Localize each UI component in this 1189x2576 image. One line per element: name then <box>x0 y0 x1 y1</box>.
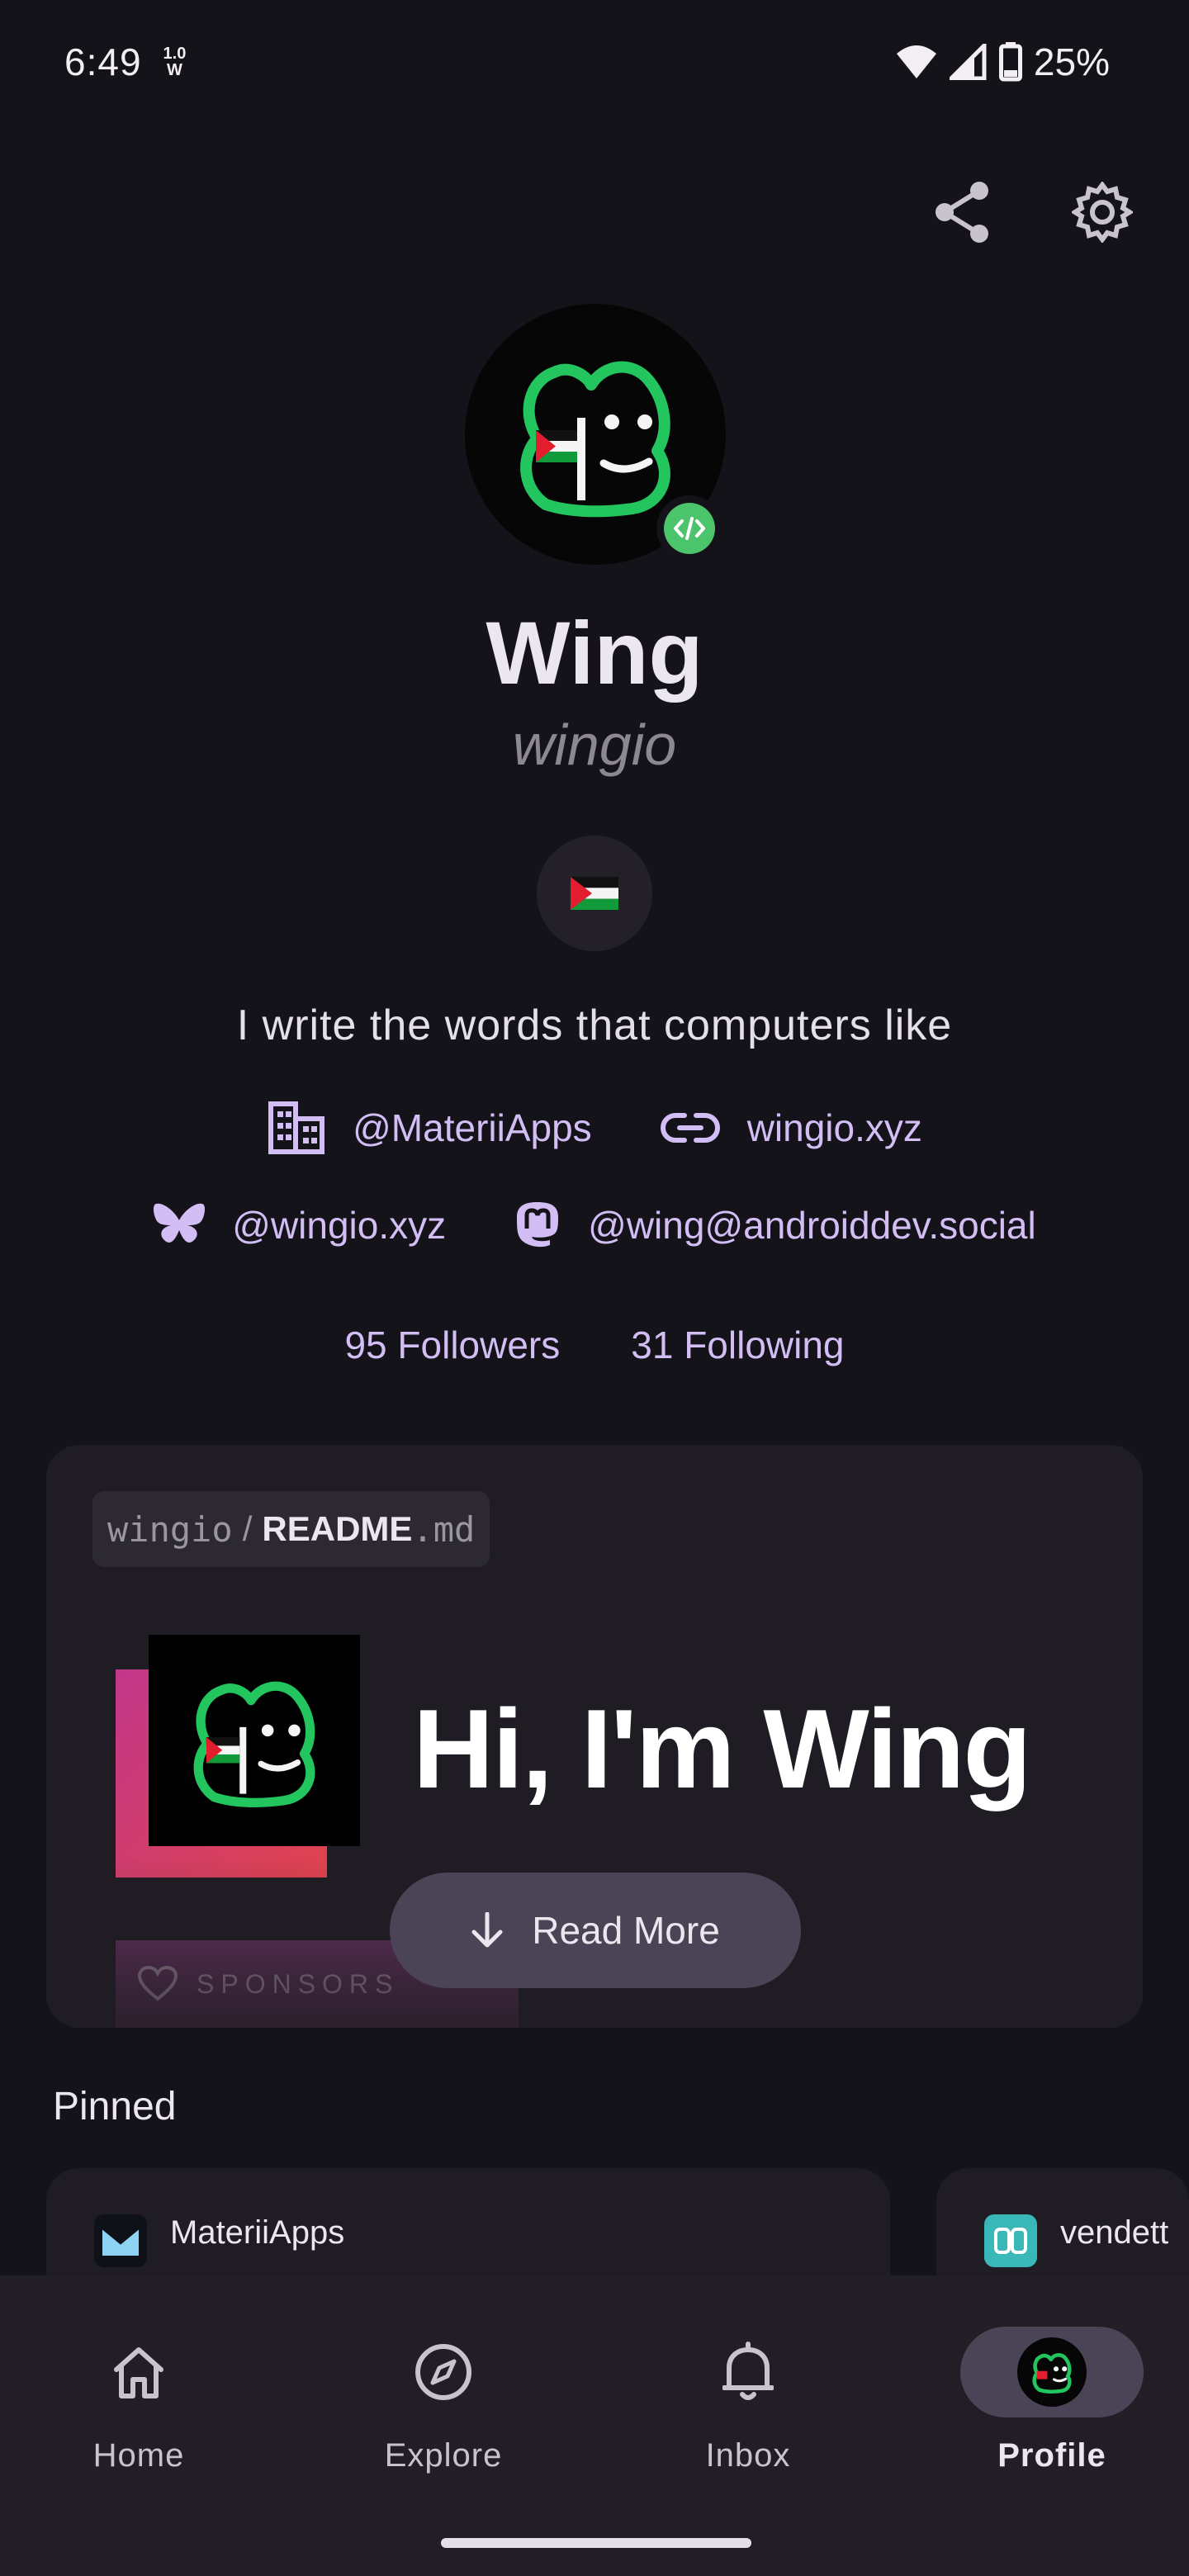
pinned-title: Pinned <box>53 2085 177 2129</box>
developer-badge-inner <box>664 503 715 554</box>
battery-percent: 25% <box>1033 40 1110 83</box>
arrow-down-icon <box>471 1912 503 1948</box>
display-name: Wing <box>486 603 703 703</box>
readme-card[interactable]: wingio / README .md Hi, I'm Wing SPONSOR <box>46 1445 1143 2028</box>
building-icon <box>268 1101 325 1154</box>
profile-bio: I write the words that computers like <box>236 1002 953 1049</box>
readme-file-ext: .md <box>412 1508 476 1550</box>
signal-icon <box>949 44 987 80</box>
profile-avatar[interactable] <box>465 304 726 565</box>
butterfly-icon <box>154 1203 206 1243</box>
bluesky-link[interactable]: @wingio.xyz <box>153 1200 446 1250</box>
envelope-m-icon <box>101 2226 140 2256</box>
mastodon-label: @wing@androiddev.social <box>588 1204 1036 1247</box>
network-speed-unit: W <box>166 61 182 79</box>
profile-links-row-2: @wingio.xyz @wing@androiddev.social <box>0 1200 1189 1250</box>
network-speed: 1.0 W <box>163 45 187 78</box>
share-icon <box>936 182 988 243</box>
nav-label: Explore <box>384 2437 503 2474</box>
nav-avatar <box>1017 2337 1087 2407</box>
pinned-repo-name: vendett <box>1060 2214 1169 2251</box>
wifi-icon <box>896 45 936 78</box>
nav-item-inbox[interactable]: Inbox <box>657 2327 839 2474</box>
battery-icon <box>998 42 1022 82</box>
nav-icon-wrap <box>960 2327 1144 2417</box>
vendetta-icon <box>994 2228 1027 2254</box>
readme-path: wingio / README .md <box>92 1491 490 1567</box>
follow-stats: 95 Followers 31 Following <box>0 1323 1189 1367</box>
bell-icon <box>722 2342 774 2400</box>
readme-file-name: README <box>262 1509 413 1548</box>
website-label: wingio.xyz <box>746 1106 922 1149</box>
nav-item-explore[interactable]: Explore <box>353 2327 534 2474</box>
readme-banner-art <box>116 1635 363 1882</box>
nav-icon-wrap <box>657 2327 839 2417</box>
sponsors-label: SPONSORS <box>197 1968 400 1999</box>
username: wingio <box>512 713 677 777</box>
mastodon-link[interactable]: @wing@androiddev.social <box>514 1200 1036 1250</box>
home-indicator[interactable] <box>441 2538 751 2548</box>
home-icon <box>114 2347 163 2398</box>
nav-label: Home <box>92 2437 185 2474</box>
code-icon <box>674 517 705 540</box>
status-bar: 6:49 1.0 W 25% <box>0 0 1189 124</box>
profile-top-actions <box>925 175 1139 249</box>
read-more-label: Read More <box>532 1909 720 1952</box>
nav-icon-wrap <box>48 2327 230 2417</box>
frog-avatar-icon <box>1032 2353 1072 2394</box>
frog-banner-icon <box>193 1681 315 1807</box>
status-right: 25% <box>895 40 1110 84</box>
readme-owner: wingio <box>107 1508 233 1550</box>
mastodon-icon <box>517 1202 559 1248</box>
following-link[interactable]: 31 Following <box>631 1323 844 1367</box>
bottom-navigation: Home Explore Inbox Profile <box>0 2275 1189 2576</box>
heart-icon <box>137 1966 178 2001</box>
website-link[interactable]: wingio.xyz <box>660 1101 922 1154</box>
readme-heading: Hi, I'm Wing <box>413 1686 1032 1811</box>
developer-badge <box>656 495 722 561</box>
link-icon <box>660 1113 720 1143</box>
pinned-repo-name: MateriiApps <box>170 2214 345 2251</box>
nav-item-home[interactable]: Home <box>48 2327 230 2474</box>
banner-frog-block <box>149 1635 360 1846</box>
profile-links-row-1: @MateriiApps wingio.xyz <box>0 1101 1189 1154</box>
materiiapps-logo-icon <box>94 2214 147 2267</box>
settings-button[interactable] <box>1065 175 1139 249</box>
compass-icon <box>415 2344 471 2400</box>
nav-label: Inbox <box>705 2437 791 2474</box>
nav-icon-wrap <box>353 2327 534 2417</box>
followers-link[interactable]: 95 Followers <box>344 1323 560 1367</box>
gear-icon <box>1072 182 1133 243</box>
bluesky-label: @wingio.xyz <box>232 1204 447 1247</box>
readme-separator: / <box>242 1509 253 1548</box>
network-speed-value: 1.0 <box>163 45 187 63</box>
read-more-button[interactable]: Read More <box>390 1873 801 1988</box>
share-button[interactable] <box>925 175 999 249</box>
company-link[interactable]: @MateriiApps <box>267 1101 592 1154</box>
status-emoji[interactable] <box>537 836 652 951</box>
status-time: 6:49 <box>64 40 142 83</box>
nav-label: Profile <box>997 2437 1106 2474</box>
vendetta-logo-icon <box>984 2214 1037 2267</box>
company-label: @MateriiApps <box>353 1106 592 1149</box>
status-left: 6:49 1.0 W <box>64 40 186 84</box>
palestine-flag-icon <box>571 877 618 910</box>
nav-item-profile[interactable]: Profile <box>960 2327 1144 2474</box>
